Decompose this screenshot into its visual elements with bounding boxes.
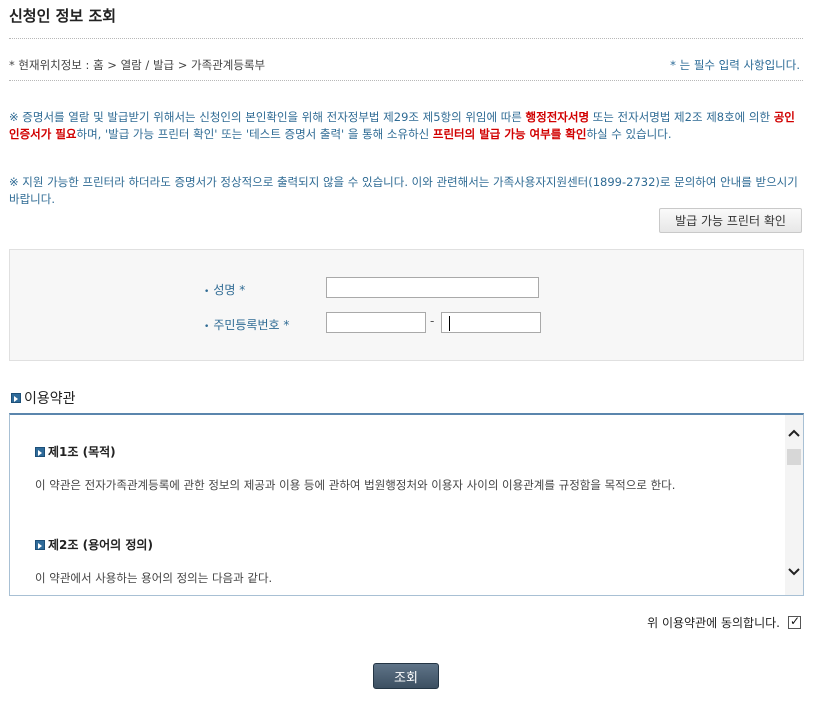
submit-button[interactable]: 조회 (373, 663, 439, 689)
breadcrumb-divider (9, 80, 803, 81)
text-caret (449, 316, 450, 331)
rrn-label: • 주민등록번호 * (204, 316, 289, 333)
terms-heading-text: 이용약관 (24, 391, 76, 407)
title-divider (9, 38, 803, 39)
notice-text: ※ 증명서를 열람 및 발급받기 위해서는 신청인의 본인확인을 위해 전자정부… (9, 110, 526, 124)
bullet-icon: • (204, 322, 210, 332)
name-input[interactable] (326, 277, 539, 298)
rrn-back-input[interactable] (441, 312, 541, 333)
rrn-front-input[interactable] (326, 312, 426, 333)
rrn-separator: - (430, 314, 435, 328)
bullet-arrow-icon (35, 539, 45, 550)
check-printer-button[interactable]: 발급 가능 프린터 확인 (659, 208, 802, 233)
bullet-icon: • (204, 287, 210, 297)
article-1-text: 이 약관은 전자가족관계등록에 관한 정보의 제공과 이용 등에 관하여 법원행… (35, 478, 676, 492)
article-2-title: 제2조 (용어의 정의) (35, 536, 153, 553)
agree-label: 위 이용약관에 동의합니다. (647, 616, 780, 630)
name-label: • 성명 * (204, 281, 245, 298)
article-1-title: 제1조 (목적) (35, 443, 116, 460)
bullet-arrow-icon (11, 393, 21, 403)
article-title-text: 제1조 (목적) (48, 445, 116, 459)
bullet-arrow-icon (35, 446, 45, 457)
scroll-up-icon[interactable] (785, 427, 803, 445)
required-note: * 는 필수 입력 사항입니다. (670, 58, 800, 72)
printer-notice: ※ 지원 가능한 프린터라 하더라도 증명서가 정상적으로 출력되지 않을 수 … (9, 175, 798, 206)
scroll-down-icon[interactable] (785, 564, 803, 582)
name-label-text: 성명 * (213, 283, 246, 297)
breadcrumb: * 현재위치정보 : 홈 > 열람 / 발급 > 가족관계등록부 (9, 58, 266, 72)
agree-checkbox[interactable] (788, 614, 801, 629)
terms-scrollbar[interactable] (785, 415, 803, 595)
notice-text: 또는 전자서명법 제2조 제8호에 의한 (589, 110, 774, 124)
notice-highlight: 행정전자서명 (525, 110, 590, 124)
scroll-thumb[interactable] (787, 449, 801, 465)
terms-heading: 이용약관 (11, 388, 76, 408)
agree-row: 위 이용약관에 동의합니다. (647, 614, 801, 631)
terms-scroll-area[interactable]: 제1조 (목적) 이 약관은 전자가족관계등록에 관한 정보의 제공과 이용 등… (9, 413, 804, 596)
notice-text: 하실 수 있습니다. (586, 127, 672, 141)
certificate-notice: ※ 증명서를 열람 및 발급받기 위해서는 신청인의 본인확인을 위해 전자정부… (9, 109, 805, 143)
notice-text: 하며, '발급 가능 프린터 확인' 또는 '테스트 증명서 출력' 을 통해 … (76, 127, 433, 141)
article-2-text: 이 약관에서 사용하는 용어의 정의는 다음과 같다. (35, 571, 273, 585)
page-title: 신청인 정보 조회 (9, 7, 117, 25)
rrn-label-text: 주민등록번호 * (213, 318, 290, 332)
notice-highlight: 프린터의 발급 가능 여부를 확인 (432, 127, 587, 141)
article-title-text: 제2조 (용어의 정의) (48, 538, 153, 552)
applicant-form: • 성명 * • 주민등록번호 * - (9, 249, 804, 361)
